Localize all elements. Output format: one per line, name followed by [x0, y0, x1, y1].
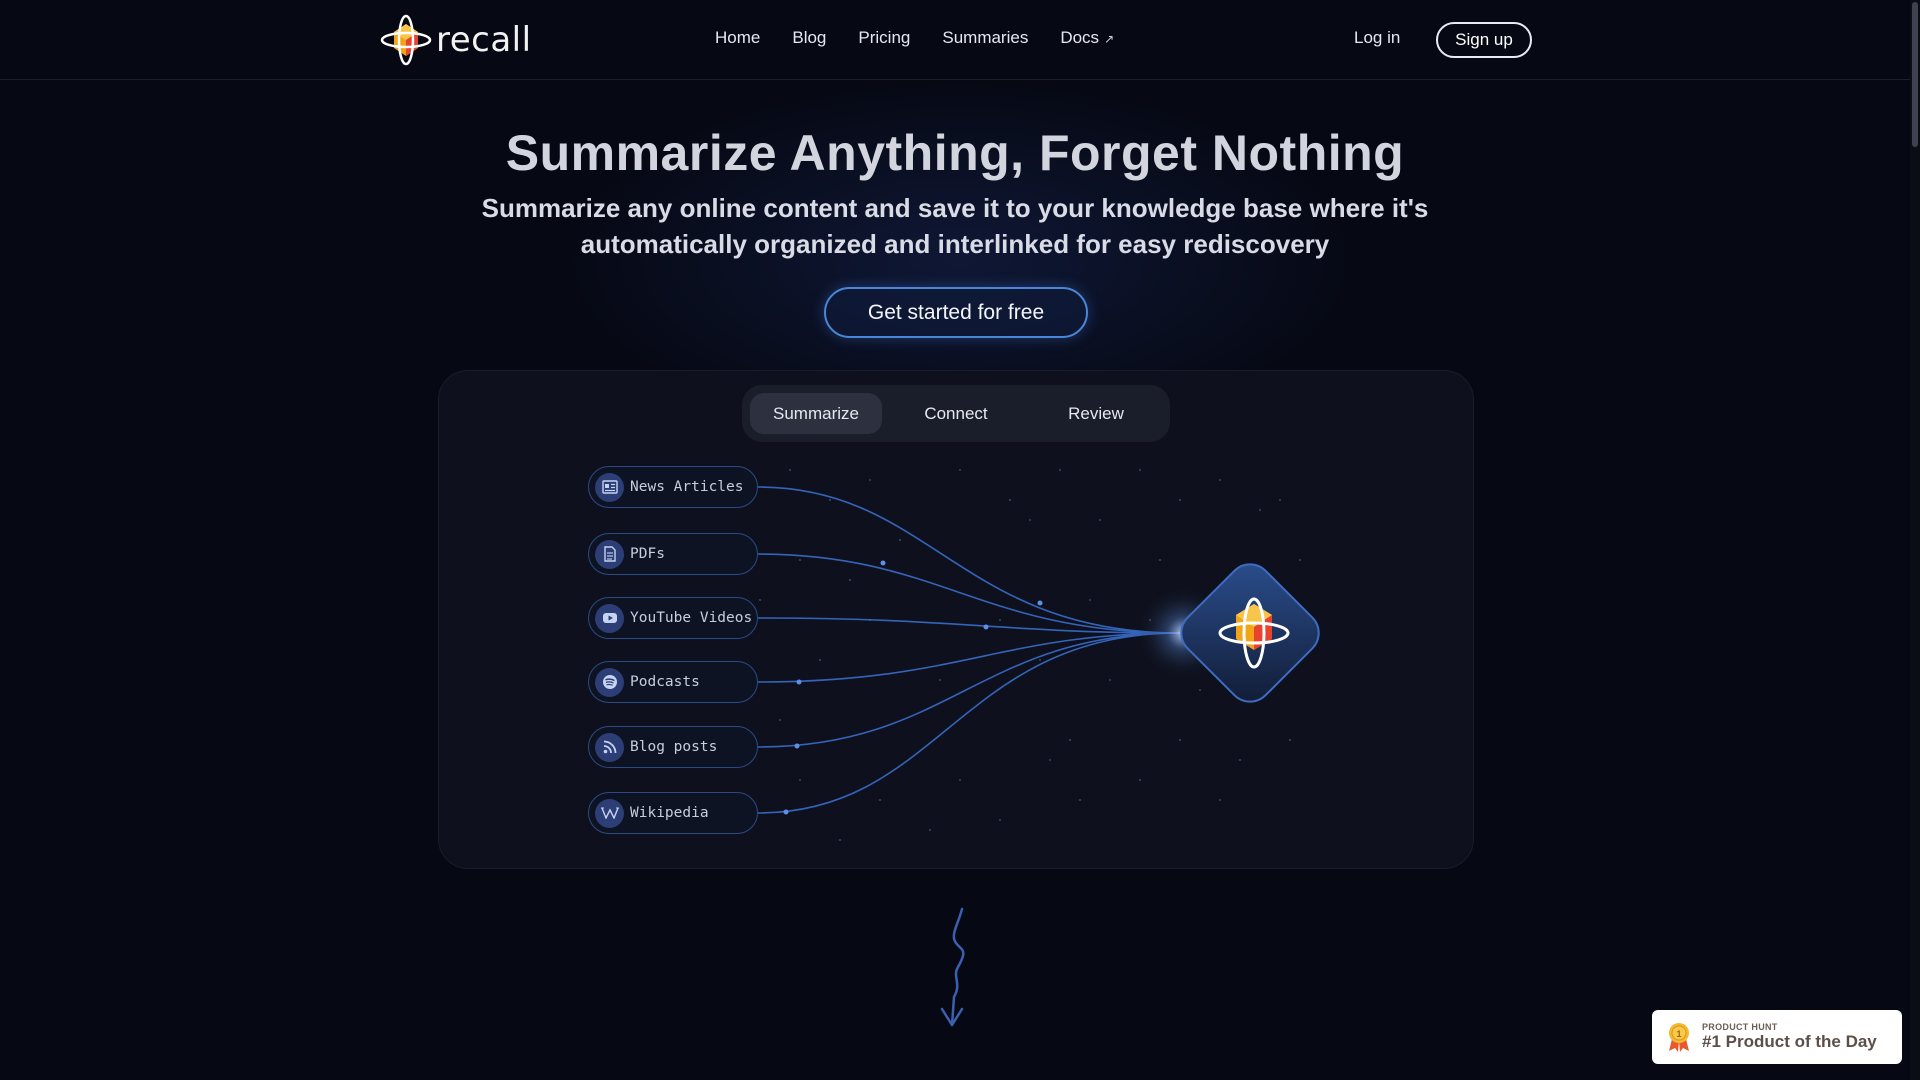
recall-hub-icon [1180, 563, 1320, 703]
source-label: Blog posts [630, 739, 718, 755]
scrollbar-thumb[interactable] [1912, 2, 1918, 147]
source-pill-podcasts[interactable]: Podcasts [588, 661, 758, 703]
source-pill-pdfs[interactable]: PDFs [588, 533, 758, 575]
rss-icon [595, 732, 624, 762]
product-hunt-text: PRODUCT HUNT #1 Product of the Day [1702, 1022, 1877, 1052]
source-label: YouTube Videos [630, 610, 753, 626]
source-pill-wikipedia[interactable]: Wikipedia [588, 792, 758, 834]
wikipedia-icon [595, 798, 624, 828]
connection-lines [757, 486, 1181, 814]
source-pill-blog-posts[interactable]: Blog posts [588, 726, 758, 768]
youtube-icon [595, 603, 624, 633]
source-pill-youtube-videos[interactable]: YouTube Videos [588, 597, 758, 639]
newspaper-icon [595, 472, 624, 502]
source-label: News Articles [630, 479, 744, 495]
source-label: Podcasts [630, 674, 700, 690]
spotify-icon [595, 667, 624, 697]
scroll-down-arrow-icon [940, 907, 965, 1027]
product-hunt-badge[interactable]: 1 PRODUCT HUNT #1 Product of the Day [1652, 1010, 1902, 1064]
scrollbar-track[interactable] [1910, 0, 1920, 1080]
medal-icon: 1 [1669, 1023, 1689, 1052]
source-label: PDFs [630, 546, 665, 562]
document-icon [595, 539, 624, 569]
source-pill-news-articles[interactable]: News Articles [588, 466, 758, 508]
source-label: Wikipedia [630, 805, 709, 821]
product-hunt-title: #1 Product of the Day [1702, 1032, 1877, 1051]
product-hunt-label: PRODUCT HUNT [1702, 1022, 1778, 1032]
svg-text:1: 1 [1676, 1029, 1681, 1039]
flow-dots [783, 560, 1043, 815]
